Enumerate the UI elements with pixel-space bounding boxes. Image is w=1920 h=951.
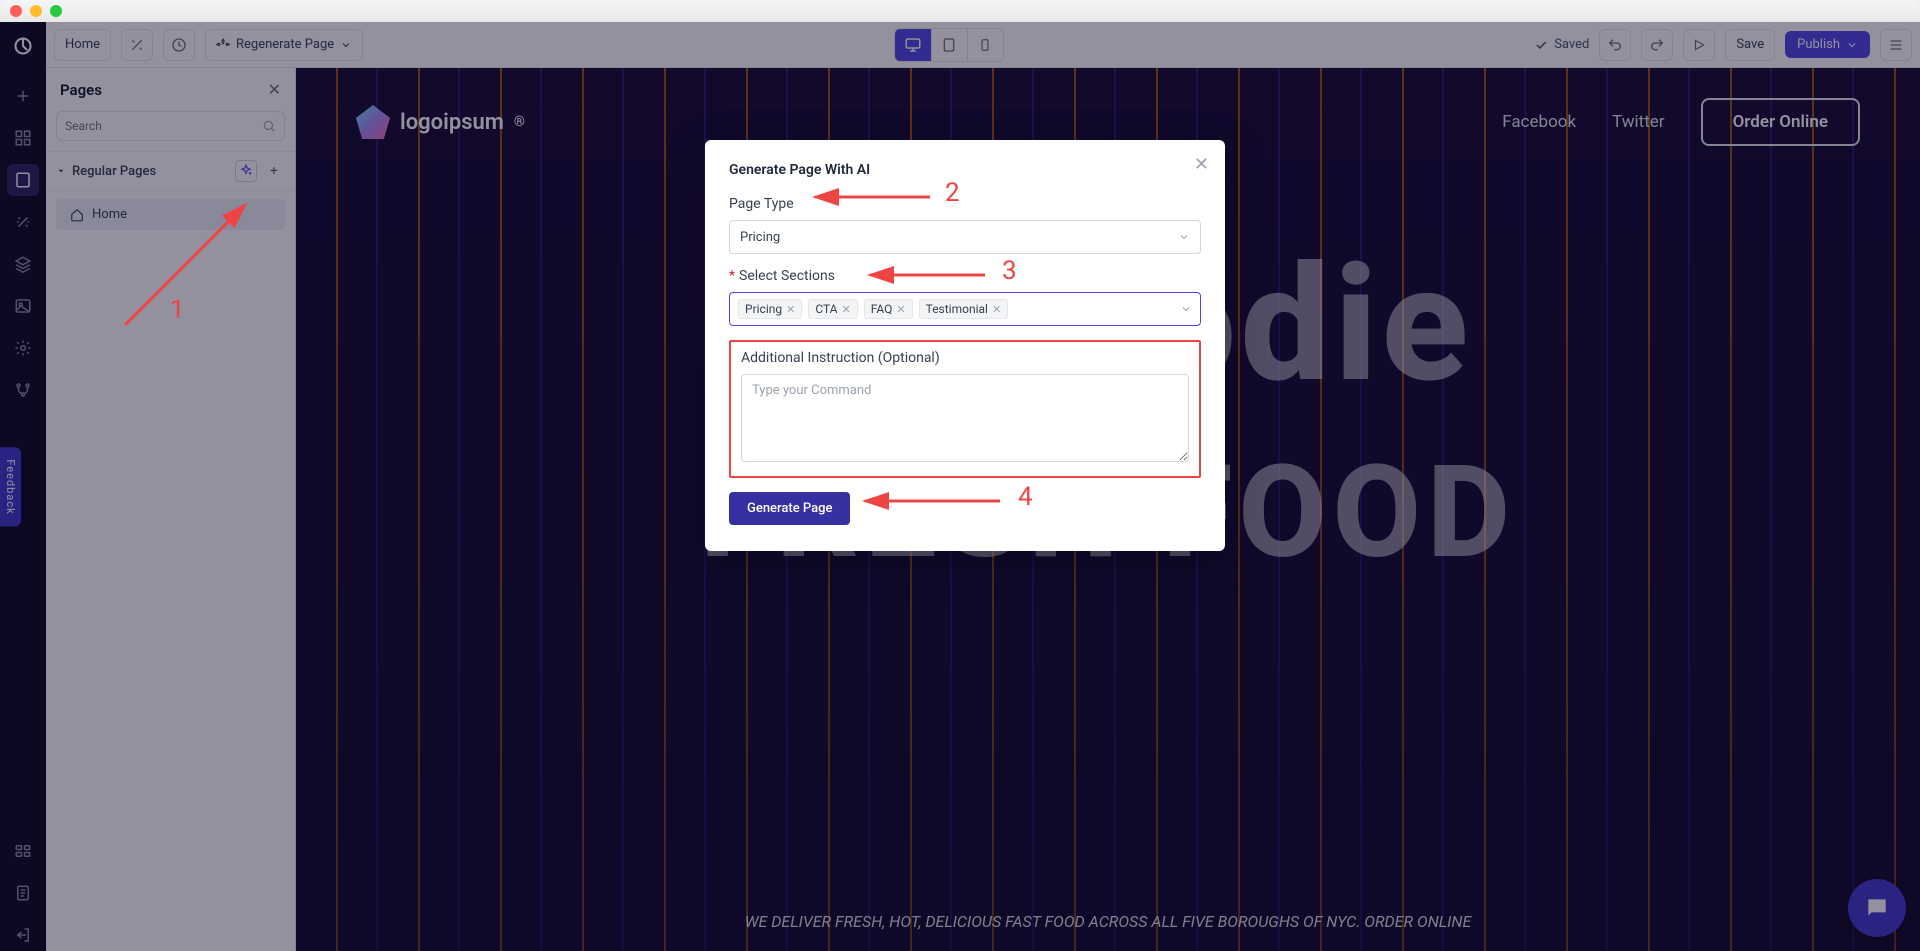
mac-maximize-dot[interactable] [50, 5, 62, 17]
generate-page-modal: ✕ Generate Page With AI Page Type Pricin… [705, 140, 1225, 551]
page-type-label: Page Type [729, 196, 1201, 212]
select-sections-label: *Select Sections [729, 268, 1201, 284]
additional-instruction-label: Additional Instruction (Optional) [741, 350, 1189, 366]
section-tag[interactable]: Testimonial✕ [919, 299, 1009, 319]
additional-instruction-box: Additional Instruction (Optional) [729, 340, 1201, 478]
sections-multiselect[interactable]: Pricing✕ CTA✕ FAQ✕ Testimonial✕ [729, 292, 1201, 326]
chevron-down-icon [1180, 303, 1192, 315]
additional-instruction-textarea[interactable] [741, 374, 1189, 462]
section-tag[interactable]: FAQ✕ [864, 299, 913, 319]
mac-titlebar [0, 0, 1920, 22]
section-tag[interactable]: CTA✕ [808, 299, 857, 319]
tag-remove-icon[interactable]: ✕ [896, 303, 905, 316]
tag-remove-icon[interactable]: ✕ [786, 303, 795, 316]
mac-minimize-dot[interactable] [30, 5, 42, 17]
section-tag[interactable]: Pricing✕ [738, 299, 802, 319]
modal-close-button[interactable]: ✕ [1194, 154, 1209, 175]
tag-remove-icon[interactable]: ✕ [842, 303, 851, 316]
tag-remove-icon[interactable]: ✕ [992, 303, 1001, 316]
chevron-down-icon [1178, 231, 1190, 243]
page-type-select[interactable]: Pricing [729, 220, 1201, 254]
mac-close-dot[interactable] [10, 5, 22, 17]
generate-page-button[interactable]: Generate Page [729, 492, 850, 525]
page-type-value: Pricing [740, 230, 780, 245]
modal-title: Generate Page With AI [729, 162, 1201, 178]
